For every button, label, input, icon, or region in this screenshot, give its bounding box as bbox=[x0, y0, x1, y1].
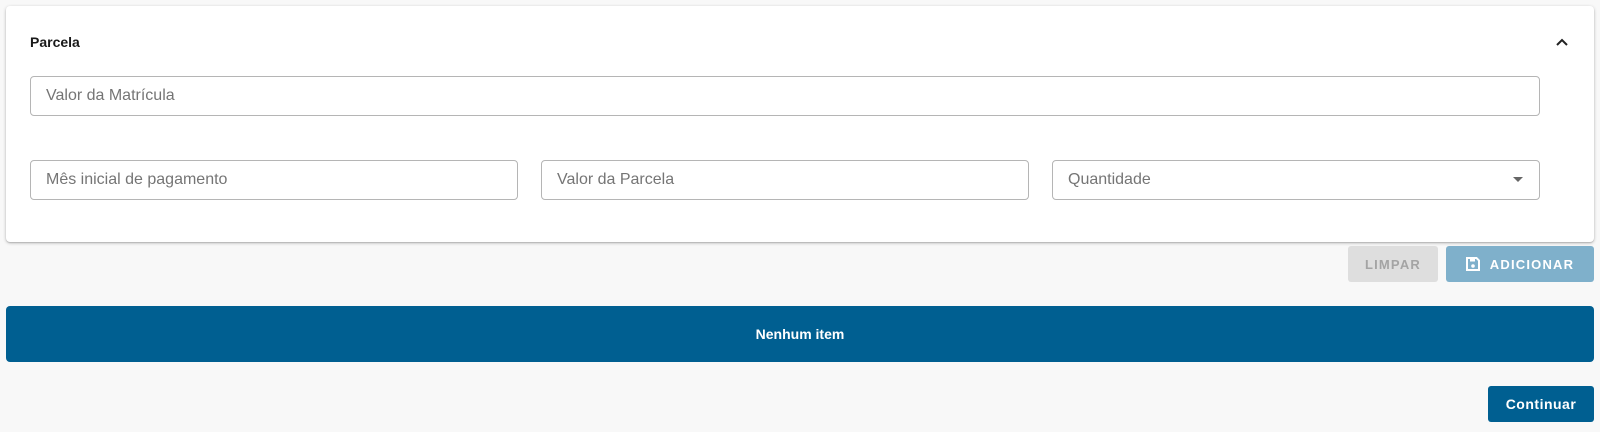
chevron-up-icon bbox=[1556, 38, 1568, 46]
continuar-button[interactable]: Continuar bbox=[1488, 386, 1594, 422]
parcela-card: Parcela Quantidade bbox=[6, 6, 1594, 242]
empty-list-banner: Nenhum item bbox=[6, 306, 1594, 362]
collapse-button[interactable] bbox=[1552, 32, 1572, 52]
limpar-button[interactable]: LIMPAR bbox=[1348, 246, 1438, 282]
mes-inicial-input[interactable] bbox=[31, 161, 517, 199]
dropdown-arrow-icon bbox=[1513, 177, 1523, 182]
continuar-label: Continuar bbox=[1505, 396, 1577, 412]
limpar-label: LIMPAR bbox=[1364, 256, 1422, 272]
adicionar-button[interactable]: ADICIONAR bbox=[1446, 246, 1594, 282]
quantidade-select[interactable]: Quantidade bbox=[1052, 160, 1540, 200]
quantidade-placeholder: Quantidade bbox=[1068, 171, 1151, 188]
valor-matricula-input[interactable] bbox=[31, 77, 1539, 115]
section-title: Parcela bbox=[30, 34, 80, 50]
adicionar-label: ADICIONAR bbox=[1489, 256, 1575, 272]
empty-list-message: Nenhum item bbox=[755, 326, 845, 342]
mes-inicial-field[interactable] bbox=[30, 160, 518, 200]
valor-parcela-input[interactable] bbox=[542, 161, 1028, 199]
valor-parcela-field[interactable] bbox=[541, 160, 1029, 200]
save-icon bbox=[1465, 257, 1480, 271]
valor-matricula-field[interactable] bbox=[30, 76, 1540, 116]
